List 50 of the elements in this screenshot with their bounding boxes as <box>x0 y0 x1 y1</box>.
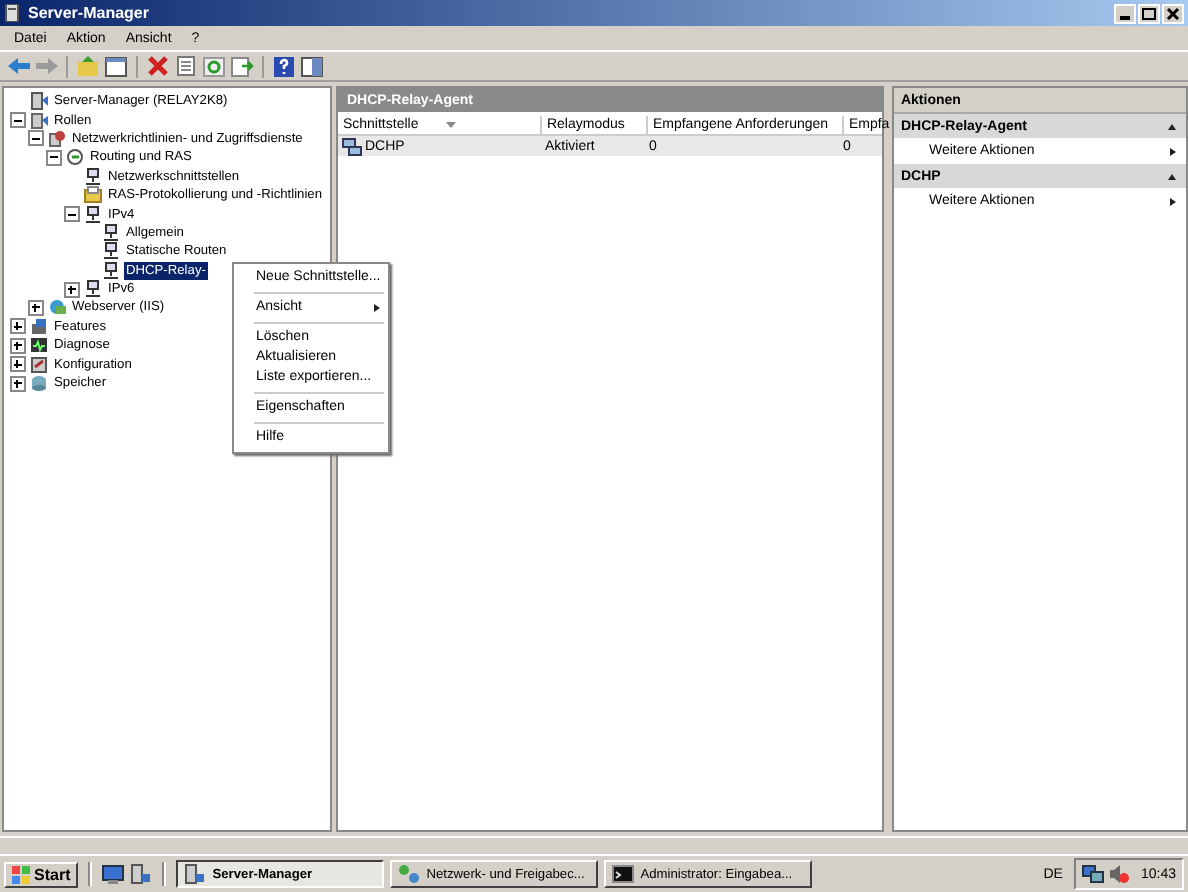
collapse-icon[interactable] <box>1168 173 1176 179</box>
sort-caret-icon <box>446 122 457 128</box>
network-icon[interactable] <box>1082 864 1105 885</box>
expand-icon[interactable] <box>9 356 25 373</box>
back-arrow-icon[interactable] <box>6 55 30 77</box>
globe-icon <box>48 298 66 317</box>
network-icon <box>102 242 120 261</box>
network-icon <box>398 864 421 885</box>
refresh-icon[interactable] <box>202 55 226 77</box>
expand-icon[interactable] <box>9 318 25 335</box>
network-icon <box>102 223 120 242</box>
storage-icon <box>30 374 48 393</box>
volume-muted-icon[interactable] <box>1108 864 1131 885</box>
windows-logo-icon <box>12 865 30 884</box>
features-icon <box>30 317 48 336</box>
start-button[interactable]: Start <box>4 861 79 888</box>
monitor-icon <box>30 336 48 355</box>
config-icon <box>30 355 48 374</box>
desktop-icon[interactable] <box>102 864 125 885</box>
server-icon <box>30 92 48 111</box>
expand-icon[interactable] <box>9 337 25 354</box>
export-icon[interactable] <box>230 55 254 77</box>
expand-icon[interactable] <box>63 281 79 298</box>
help-icon[interactable] <box>272 55 296 77</box>
panel-icon[interactable] <box>300 55 324 77</box>
minimize-icon[interactable] <box>1114 3 1136 23</box>
expand-icon[interactable] <box>9 375 25 392</box>
close-icon[interactable] <box>1162 3 1184 23</box>
collapse-icon[interactable] <box>9 112 25 129</box>
routing-icon <box>66 148 84 167</box>
network-icon <box>84 167 102 186</box>
window-title: Server-Manager <box>28 4 149 22</box>
network-interface-icon <box>342 137 363 155</box>
delete-icon[interactable] <box>146 55 170 77</box>
server-icon <box>30 111 48 130</box>
app-icon <box>4 4 22 22</box>
folder-icon <box>84 186 102 205</box>
network-icon <box>84 280 102 299</box>
panel-icon[interactable] <box>104 55 128 77</box>
properties-icon[interactable] <box>174 55 198 77</box>
server-icon <box>184 864 207 885</box>
collapse-icon[interactable] <box>63 206 79 223</box>
network-icon <box>84 205 102 224</box>
network-icon <box>102 261 120 280</box>
collapse-icon[interactable] <box>45 149 61 166</box>
expand-icon[interactable] <box>27 299 43 316</box>
collapse-icon[interactable] <box>27 130 43 147</box>
maximize-icon[interactable] <box>1138 3 1160 23</box>
collapse-icon[interactable] <box>1168 123 1176 129</box>
console-icon <box>612 864 635 885</box>
